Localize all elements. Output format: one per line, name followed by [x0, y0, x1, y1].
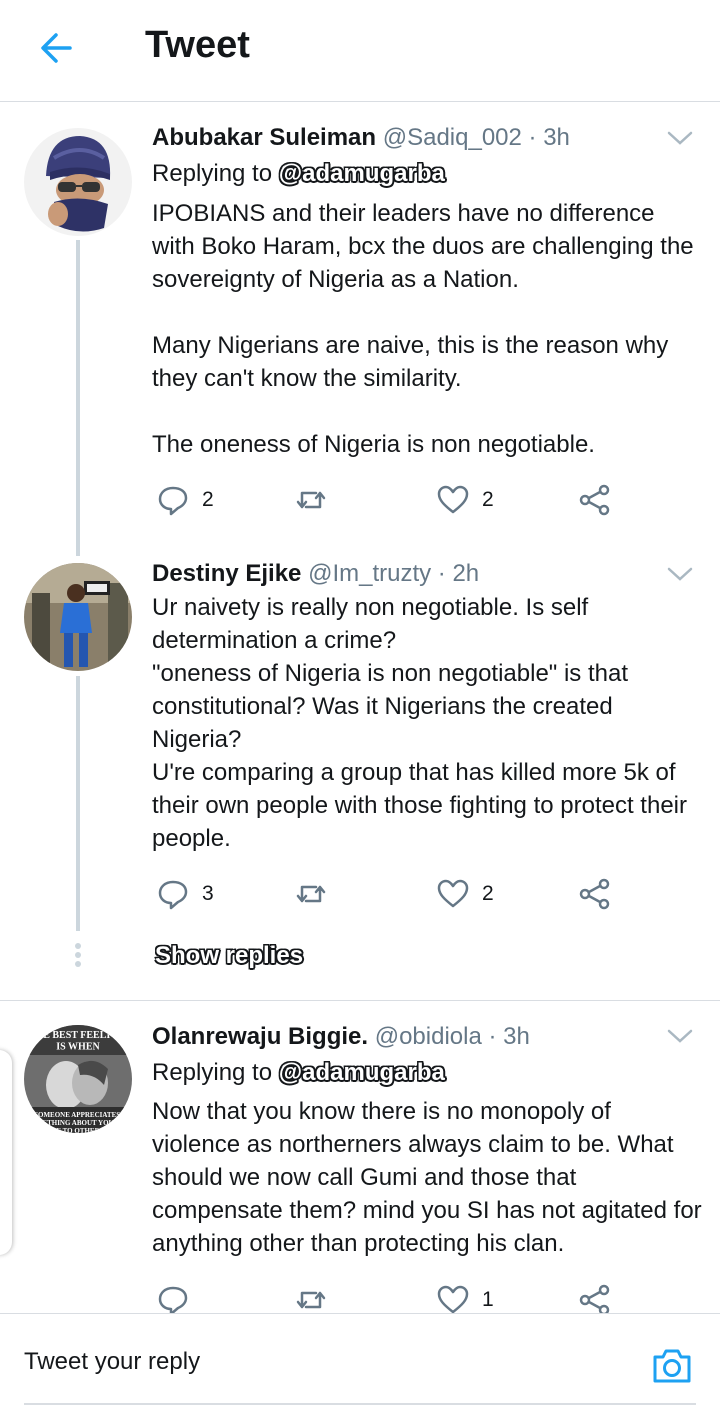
arrow-left-icon	[41, 33, 72, 63]
tweet-header: Olanrewaju Biggie. @obidiola · 3h	[152, 1023, 530, 1051]
replying-to-label: Replying to	[152, 160, 273, 187]
share-icon	[579, 878, 610, 910]
handle[interactable]: @obidiola	[375, 1023, 482, 1050]
share-button[interactable]	[578, 874, 612, 914]
thread-ellipsis	[74, 943, 82, 970]
replying-to: Replying to @adamugarba	[152, 160, 445, 188]
thread-connector	[76, 240, 80, 556]
avatar[interactable]	[24, 563, 132, 671]
reply-icon	[158, 880, 188, 910]
chevron-down-icon	[667, 567, 693, 581]
tweet-actions: 3 2	[152, 874, 622, 914]
tweet-header: Destiny Ejike @Im_truzty · 2h	[152, 560, 479, 588]
timestamp: · 3h	[488, 1023, 530, 1050]
share-icon	[579, 1284, 610, 1316]
reply-input[interactable]	[24, 1342, 624, 1382]
tweet-actions: 2 2	[152, 480, 622, 520]
retweet-icon	[296, 1291, 326, 1309]
avatar[interactable]	[24, 128, 132, 236]
replying-to: Replying to @adamugarba	[152, 1059, 445, 1087]
show-replies-link[interactable]: Show replies	[155, 942, 303, 970]
tweet-text: Now that you know there is no monopoly o…	[152, 1098, 709, 1257]
retweet-button[interactable]	[294, 874, 328, 914]
camera-button[interactable]	[650, 1344, 694, 1388]
avatar-caption-bottom: SOMEONE APPRECIATES ETHING ABOUT YOU SE T…	[34, 1111, 122, 1133]
top-bar: Tweet	[0, 0, 720, 102]
like-count: 2	[482, 882, 494, 905]
retweet-icon	[296, 885, 326, 903]
reply-button[interactable]: 2	[156, 480, 214, 520]
like-count: 2	[482, 488, 494, 511]
page-title: Tweet	[145, 24, 250, 66]
handle[interactable]: @Sadiq_002	[383, 124, 522, 151]
reply-count: 2	[202, 488, 214, 511]
timestamp: · 2h	[437, 560, 480, 587]
thread-connector	[76, 676, 80, 931]
retweet-icon	[296, 491, 326, 509]
mention-link[interactable]: @adamugarba	[279, 1059, 445, 1086]
mention-link[interactable]: @adamugarba	[279, 160, 445, 187]
display-name[interactable]: Olanrewaju Biggie.	[152, 1023, 368, 1050]
tweet-menu-button[interactable]	[666, 128, 694, 148]
like-button[interactable]: 2	[436, 874, 494, 914]
camera-icon	[653, 1349, 691, 1383]
avatar-image: E BEST FEELI IS WHEN SOMEONE APPRECIATES…	[24, 1025, 132, 1133]
like-icon	[437, 485, 469, 514]
chevron-down-icon	[667, 131, 693, 145]
back-button[interactable]	[36, 28, 76, 68]
reply-count: 3	[202, 882, 214, 905]
reply-icon	[158, 1286, 188, 1316]
display-name[interactable]: Abubakar Suleiman	[152, 124, 376, 151]
share-button[interactable]	[578, 480, 612, 520]
like-button[interactable]: 2	[436, 480, 494, 520]
like-count: 1	[482, 1288, 494, 1311]
avatar-image	[24, 563, 132, 671]
tweet-menu-button[interactable]	[666, 1026, 694, 1046]
reply-composer	[0, 1313, 720, 1408]
avatar[interactable]: E BEST FEELI IS WHEN SOMEONE APPRECIATES…	[24, 1025, 132, 1133]
tweet-text: Ur naivety is really non negotiable. Is …	[152, 594, 687, 852]
composer-underline	[24, 1403, 696, 1405]
like-icon	[437, 1285, 469, 1314]
tweet-menu-button[interactable]	[666, 564, 694, 584]
like-icon	[437, 879, 469, 908]
retweet-button[interactable]	[294, 480, 328, 520]
avatar-image	[24, 128, 132, 236]
handle[interactable]: @Im_truzty	[308, 560, 431, 587]
tweet-text: IPOBIANS and their leaders have no diffe…	[152, 200, 694, 458]
share-icon	[579, 484, 610, 516]
section-divider	[0, 1000, 720, 1001]
reply-icon	[158, 486, 188, 516]
chevron-down-icon	[667, 1029, 693, 1043]
reply-button[interactable]: 3	[156, 874, 214, 914]
tweet-header: Abubakar Suleiman @Sadiq_002 · 3h	[152, 124, 570, 152]
display-name[interactable]: Destiny Ejike	[152, 560, 301, 587]
edge-panel-handle[interactable]	[0, 1050, 12, 1255]
timestamp: · 3h	[528, 124, 570, 151]
replying-to-label: Replying to	[152, 1059, 273, 1086]
